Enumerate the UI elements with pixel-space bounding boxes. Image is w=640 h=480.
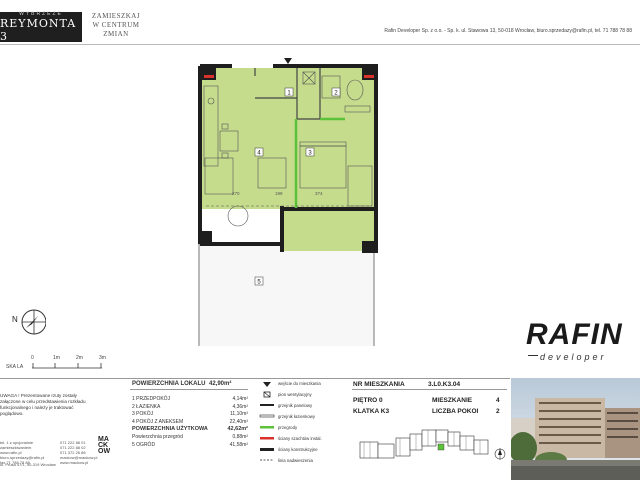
legend-label: przegrody xyxy=(278,425,298,430)
room-area-value: 42,62m² xyxy=(227,426,249,433)
svg-text:N: N xyxy=(12,315,18,324)
entry-arrow-icon xyxy=(263,382,271,387)
partition-icon xyxy=(260,426,274,429)
legend-label: grzejnik łazienkowy xyxy=(278,414,316,419)
room-area-label: 1 PRZEDPOKÓJ xyxy=(132,396,171,402)
shaft-wall-icon xyxy=(260,437,274,440)
corner-column xyxy=(362,241,376,253)
room-area-value: 4,14m² xyxy=(232,396,248,402)
apartment-number: 3.L0.K3.04 xyxy=(428,381,461,388)
logo-name-text: REYMONTA 3 xyxy=(0,17,77,43)
legend-label: pion wentylacyjny xyxy=(278,392,312,397)
header-contact: Rafin Developer Sp. z o.o. - Sp. k. ul. … xyxy=(384,28,632,34)
room-area-value: 11,10m² xyxy=(230,411,248,418)
room-area-label: 4 POKÓJ Z ANEKSEM xyxy=(132,418,184,425)
room-area-row: 1 PRZEDPOKÓJ 4,14m² xyxy=(132,396,250,404)
shaft-wall xyxy=(204,75,214,78)
contact-line: tel. 1 z opcjonalnie zamieszkiwaniem xyxy=(0,440,34,450)
disclaimer-note: UWAGA ! Prezentowane rzuty zostały załąc… xyxy=(0,393,86,416)
legend-label: linia nadwieszenia xyxy=(278,458,313,463)
room-area-row: POWIERZCHNIA UŻYTKOWA 42,62m² xyxy=(132,426,250,434)
building-render-image xyxy=(511,378,640,480)
scale-bar: 0 1m 2m 3m SKA LA xyxy=(6,355,116,377)
staircase-label: KLATKA K3 xyxy=(353,408,390,415)
room-area-label: 5 OGRÓD xyxy=(132,441,156,448)
scale-ruler xyxy=(32,363,102,369)
floor-label: PIĘTRO 0 xyxy=(353,397,383,404)
room-area-label: POWIERZCHNIA UŻYTKOWA xyxy=(132,426,208,433)
room-area-label: 3 POKÓJ xyxy=(132,411,154,418)
key-plan-compass-icon xyxy=(494,448,506,460)
dimension-label: 374 xyxy=(315,191,323,196)
scale-tick-label: 0 xyxy=(31,355,34,361)
room-area-label: 2 ŁAZIENKA xyxy=(132,403,161,410)
area-total: 42,90m² xyxy=(209,381,232,387)
tagline: ZAMIESZKAJ W CENTRUM ZMIAN xyxy=(86,12,146,39)
dimension-label: 199 xyxy=(275,191,283,196)
project-logo: WYBRZEŻE REYMONTA 3 xyxy=(0,11,82,43)
architect-logo: MA CK OW xyxy=(98,436,114,455)
floor-plan: 1 2 3 4 5 270 199 374 xyxy=(198,58,378,346)
brand-underline xyxy=(528,355,538,356)
contact-right: 071 222 88 01 071 222 88 02 071 372 26 8… xyxy=(60,440,97,465)
room-area-row: Powierzchnia przegród 0,88m² xyxy=(132,434,250,442)
room-area-value: 41,58m² xyxy=(229,441,248,448)
rafin-sub: developer xyxy=(540,352,607,362)
area-divider xyxy=(130,389,248,390)
rooms-count: 2 xyxy=(496,408,500,415)
info-divider xyxy=(0,378,510,379)
legend-label: ściany szachtów instal. xyxy=(278,436,322,441)
rafin-logo: RAFIN xyxy=(526,318,623,351)
scale-label: SKA LA xyxy=(6,364,24,370)
garden-area xyxy=(198,243,375,346)
structural-wall-icon xyxy=(260,448,274,451)
room-area-value: 0,88m² xyxy=(232,433,248,440)
room-area-row: 3 POKÓJ 11,10m² xyxy=(132,411,250,419)
contact-line: www.mackow.pl xyxy=(60,460,89,465)
legend-label: wejście do mieszkania xyxy=(278,381,321,386)
scale-tick-label: 3m xyxy=(99,355,106,361)
apartment-number-label: NR MIESZKANIA xyxy=(353,381,405,388)
flat-number: 4 xyxy=(496,397,500,404)
panel-heater-icon xyxy=(260,404,274,406)
entry-arrow-icon xyxy=(284,58,292,64)
legend: wejście do mieszkania pion wentylacyjny … xyxy=(258,381,356,479)
tagline-line: W CENTRUM xyxy=(92,21,140,29)
building-key-plan xyxy=(359,429,506,460)
legend-symbols xyxy=(259,382,275,461)
dimension-label: 270 xyxy=(232,191,240,196)
header-divider xyxy=(0,44,640,45)
room-area-value: 4,36m² xyxy=(232,403,248,410)
architect-logo-line: OW xyxy=(98,448,111,455)
tagline-line: ZAMIESZKAJ xyxy=(91,12,141,20)
rooms-count-label: LICZBA POKOI xyxy=(432,408,479,415)
scale-tick-label: 1m xyxy=(53,355,60,361)
vent-icon xyxy=(263,391,271,398)
flat-label: MIESZKANIE xyxy=(432,397,473,404)
scale-tick-label: 2m xyxy=(76,355,83,361)
compass-icon: N xyxy=(12,309,46,335)
legend-label: ściany konstrukcyjne xyxy=(278,447,318,452)
architect-address: ul. Prusa 47/1, 50-319 Wrocław xyxy=(0,462,56,467)
bath-heater-icon xyxy=(259,414,275,418)
room-areas-list: 1 PRZEDPOKÓJ 4,14m² 2 ŁAZIENKA 4,36m² 3 POKÓ… xyxy=(132,396,250,449)
shaft-wall xyxy=(364,75,374,78)
room-area-value: 22,40m² xyxy=(229,418,248,425)
area-title: POWIERZCHNIA LOKALU xyxy=(132,381,206,387)
legend-label: grzejnik panelowy xyxy=(278,403,313,408)
apartment-highlight xyxy=(437,443,445,451)
room-area-label: Powierzchnia przegród xyxy=(132,433,183,440)
apartment-divider xyxy=(352,389,507,390)
room-area-row: 5 OGRÓD 41,58m² xyxy=(132,442,250,450)
tagline-line: ZMIAN xyxy=(103,30,129,38)
corner-column xyxy=(200,231,212,244)
